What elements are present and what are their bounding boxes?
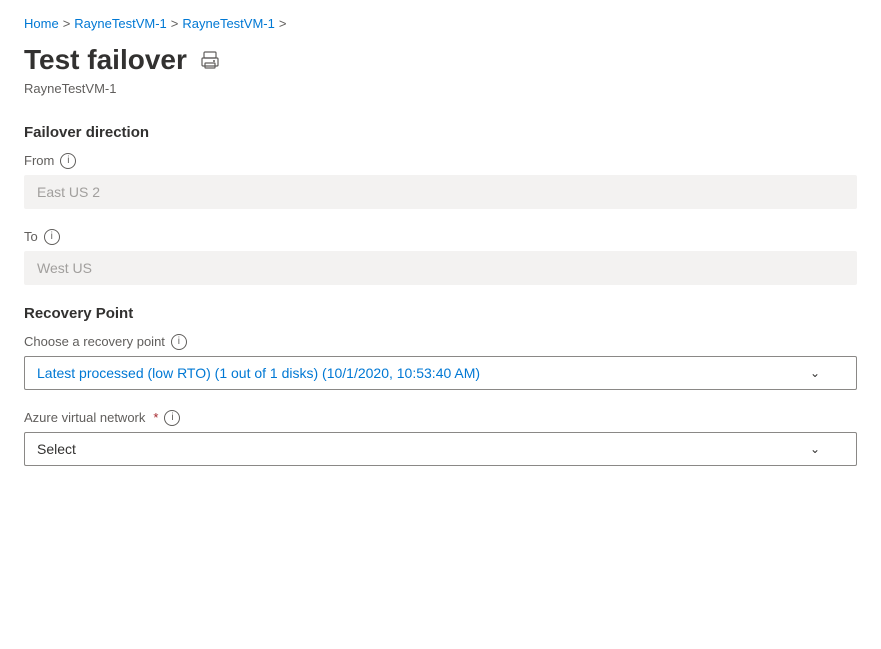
azure-network-value: Select	[37, 441, 810, 457]
recovery-point-heading: Recovery Point	[24, 305, 857, 322]
failover-direction-heading: Failover direction	[24, 124, 857, 141]
print-icon[interactable]	[199, 49, 221, 71]
failover-direction-section: Failover direction From i East US 2 To i…	[24, 124, 857, 285]
from-label: From	[24, 153, 54, 168]
azure-network-label: Azure virtual network	[24, 410, 145, 425]
recovery-point-value: Latest processed (low RTO) (1 out of 1 d…	[37, 365, 810, 381]
recovery-point-label-row: Choose a recovery point i	[24, 334, 857, 350]
to-label: To	[24, 229, 38, 244]
recovery-point-chevron-icon: ⌄	[810, 366, 820, 380]
recovery-point-dropdown[interactable]: Latest processed (low RTO) (1 out of 1 d…	[24, 356, 857, 390]
to-label-row: To i	[24, 229, 857, 245]
breadcrumb-vm-1[interactable]: RayneTestVM-1	[74, 16, 166, 31]
breadcrumb-separator-2: >	[171, 16, 179, 31]
breadcrumb-vm-2[interactable]: RayneTestVM-1	[182, 16, 274, 31]
azure-network-info-icon[interactable]: i	[164, 410, 180, 426]
azure-network-chevron-icon: ⌄	[810, 442, 820, 456]
breadcrumb: Home > RayneTestVM-1 > RayneTestVM-1 >	[24, 16, 857, 31]
page-title: Test failover	[24, 43, 187, 77]
page-subtitle: RayneTestVM-1	[24, 81, 857, 96]
breadcrumb-separator-3: >	[279, 16, 287, 31]
recovery-point-info-icon[interactable]: i	[171, 334, 187, 350]
azure-network-label-row: Azure virtual network * i	[24, 410, 857, 426]
page-title-row: Test failover	[24, 43, 857, 77]
recovery-point-label: Choose a recovery point	[24, 334, 165, 349]
azure-network-section: Azure virtual network * i Select ⌄	[24, 410, 857, 466]
breadcrumb-home[interactable]: Home	[24, 16, 59, 31]
to-info-icon[interactable]: i	[44, 229, 60, 245]
recovery-point-section: Recovery Point Choose a recovery point i…	[24, 305, 857, 390]
from-info-icon[interactable]: i	[60, 153, 76, 169]
from-field: East US 2	[24, 175, 857, 209]
azure-network-required: *	[153, 410, 158, 425]
page-container: Home > RayneTestVM-1 > RayneTestVM-1 > T…	[0, 0, 881, 649]
to-field: West US	[24, 251, 857, 285]
from-label-row: From i	[24, 153, 857, 169]
azure-network-dropdown[interactable]: Select ⌄	[24, 432, 857, 466]
breadcrumb-separator-1: >	[63, 16, 71, 31]
